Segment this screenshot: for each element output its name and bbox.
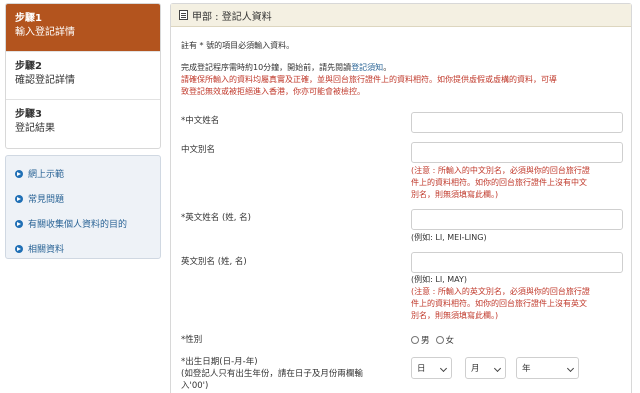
chinese-name-label: *中文姓名 [181, 116, 220, 126]
arrow-circle-icon [15, 169, 23, 178]
panel-header: 甲部 : 登記人資料 [171, 4, 631, 27]
dob-note: (如登記人只有出生年份，請在日子及月份兩欄輸 入'00') [181, 368, 401, 392]
registration-notes-link[interactable]: 登記須知 [351, 63, 383, 72]
chinese-alias-label: 中文別名 [181, 145, 216, 155]
intro-suffix: 。 [383, 63, 392, 72]
intro-text: 完成登記程序需時約10分鐘，開始前，請先閱讀登記須知。 [181, 62, 391, 74]
form-panel: 甲部 : 登記人資料 註有 * 號的項目必須輸入資料。 完成登記程序需時約10分… [170, 3, 632, 393]
panel-title: 甲部 : 登記人資料 [192, 11, 272, 23]
chinese-alias-warning-line: 件上的資料相符。如你的回台旅行證件上沒有中文 [411, 178, 587, 187]
chinese-name-input[interactable] [411, 112, 623, 133]
step-list: 步驟1 輸入登記詳情 步驟2 確認登記詳情 步驟3 登記結果 [5, 3, 161, 149]
gender-male-radio[interactable] [411, 336, 419, 344]
step-2-desc: 確認登記詳情 [15, 75, 75, 86]
link-online-demo-label: 網上示範 [28, 170, 65, 180]
accuracy-warning-line: 致登記無效或被拒絕進入香港，你亦可能會被檢控。 [181, 87, 365, 96]
required-note: 註有 * 號的項目必須輸入資料。 [181, 41, 295, 50]
english-alias-label: 英文別名 (姓, 名) [181, 257, 247, 267]
link-data-purpose-label: 有關收集個人資料的目的 [28, 220, 128, 230]
link-online-demo[interactable]: 網上示範 [15, 161, 151, 186]
dob-year-select[interactable]: 年 [516, 357, 579, 379]
link-faq[interactable]: 常見問題 [15, 186, 151, 211]
step-1: 步驟1 輸入登記詳情 [6, 4, 160, 52]
gender-male-label: 男 [421, 336, 430, 346]
english-name-input[interactable] [411, 209, 623, 230]
dob-month-select[interactable]: 月 [465, 357, 506, 379]
gender-radio-group: 男 女 [411, 334, 460, 346]
step-3: 步驟3 登記結果 [6, 100, 160, 148]
dob-note-line: 入'00') [181, 381, 209, 391]
step-3-title: 步驟3 [15, 109, 42, 120]
chevron-down-icon [566, 364, 575, 373]
step-3-desc: 登記結果 [15, 123, 55, 134]
document-icon [179, 10, 188, 20]
english-name-label: *英文姓名 (姓, 名) [181, 213, 251, 223]
english-alias-warning-line: (注意 : 所輸入的英文別名，必須與你的回台旅行證 [411, 287, 590, 296]
step-2: 步驟2 確認登記詳情 [6, 52, 160, 100]
chinese-alias-warning-line: (注意 : 所輸入的中文別名，必須與你的回台旅行證 [411, 166, 590, 175]
chevron-down-icon [493, 364, 502, 373]
accuracy-warning-line: 請確保所輸入的資料均屬真實及正確，並與回台旅行證件上的資料相符。如你提供虛假或虛… [181, 75, 557, 84]
chinese-alias-warning-line: 別名，則無須填寫此欄。) [411, 190, 499, 199]
link-faq-label: 常見問題 [28, 195, 65, 205]
dob-day-value: 日 [417, 364, 426, 374]
link-related-info-label: 相關資料 [28, 245, 65, 255]
english-alias-warning: (注意 : 所輸入的英文別名，必須與你的回台旅行證 件上的資料相符。如你的回台旅… [411, 286, 623, 322]
step-1-title: 步驟1 [15, 13, 42, 24]
link-related-info[interactable]: 相關資料 [15, 236, 151, 261]
dob-label: *出生日期(日-月-年) [181, 357, 258, 367]
arrow-circle-icon [15, 194, 23, 203]
chevron-down-icon [439, 364, 448, 373]
dob-day-select[interactable]: 日 [411, 357, 452, 379]
accuracy-warning: 請確保所輸入的資料均屬真實及正確，並與回台旅行證件上的資料相符。如你提供虛假或虛… [181, 74, 627, 98]
chinese-alias-warning: (注意 : 所輸入的中文別名，必須與你的回台旅行證 件上的資料相符。如你的回台旅… [411, 165, 623, 201]
chinese-alias-input[interactable] [411, 142, 623, 163]
arrow-circle-icon [15, 219, 23, 228]
gender-female-label: 女 [445, 336, 455, 346]
intro-prefix: 完成登記程序需時約10分鐘，開始前，請先閱讀 [181, 63, 352, 72]
english-alias-input[interactable] [411, 252, 623, 273]
step-1-desc: 輸入登記詳情 [15, 27, 75, 38]
english-name-hint: (例如: LI, MEI-LING) [411, 233, 487, 242]
dob-year-value: 年 [522, 364, 531, 374]
link-data-purpose[interactable]: 有關收集個人資料的目的 [15, 211, 151, 236]
help-links: 網上示範 常見問題 有關收集個人資料的目的 相關資料 [5, 155, 161, 259]
english-alias-warning-line: 件上的資料相符。如你的回台旅行證件上沒有英文 [411, 299, 587, 308]
dob-note-line: (如登記人只有出生年份，請在日子及月份兩欄輸 [181, 369, 363, 379]
english-alias-hint: (例如: LI, MAY) [411, 275, 468, 284]
arrow-circle-icon [15, 244, 23, 253]
dob-month-value: 月 [471, 364, 480, 374]
gender-female-radio[interactable] [435, 336, 444, 344]
gender-label: *性別 [181, 335, 203, 345]
step-2-title: 步驟2 [15, 61, 42, 72]
english-alias-warning-line: 別名，則無須填寫此欄。) [411, 311, 499, 320]
